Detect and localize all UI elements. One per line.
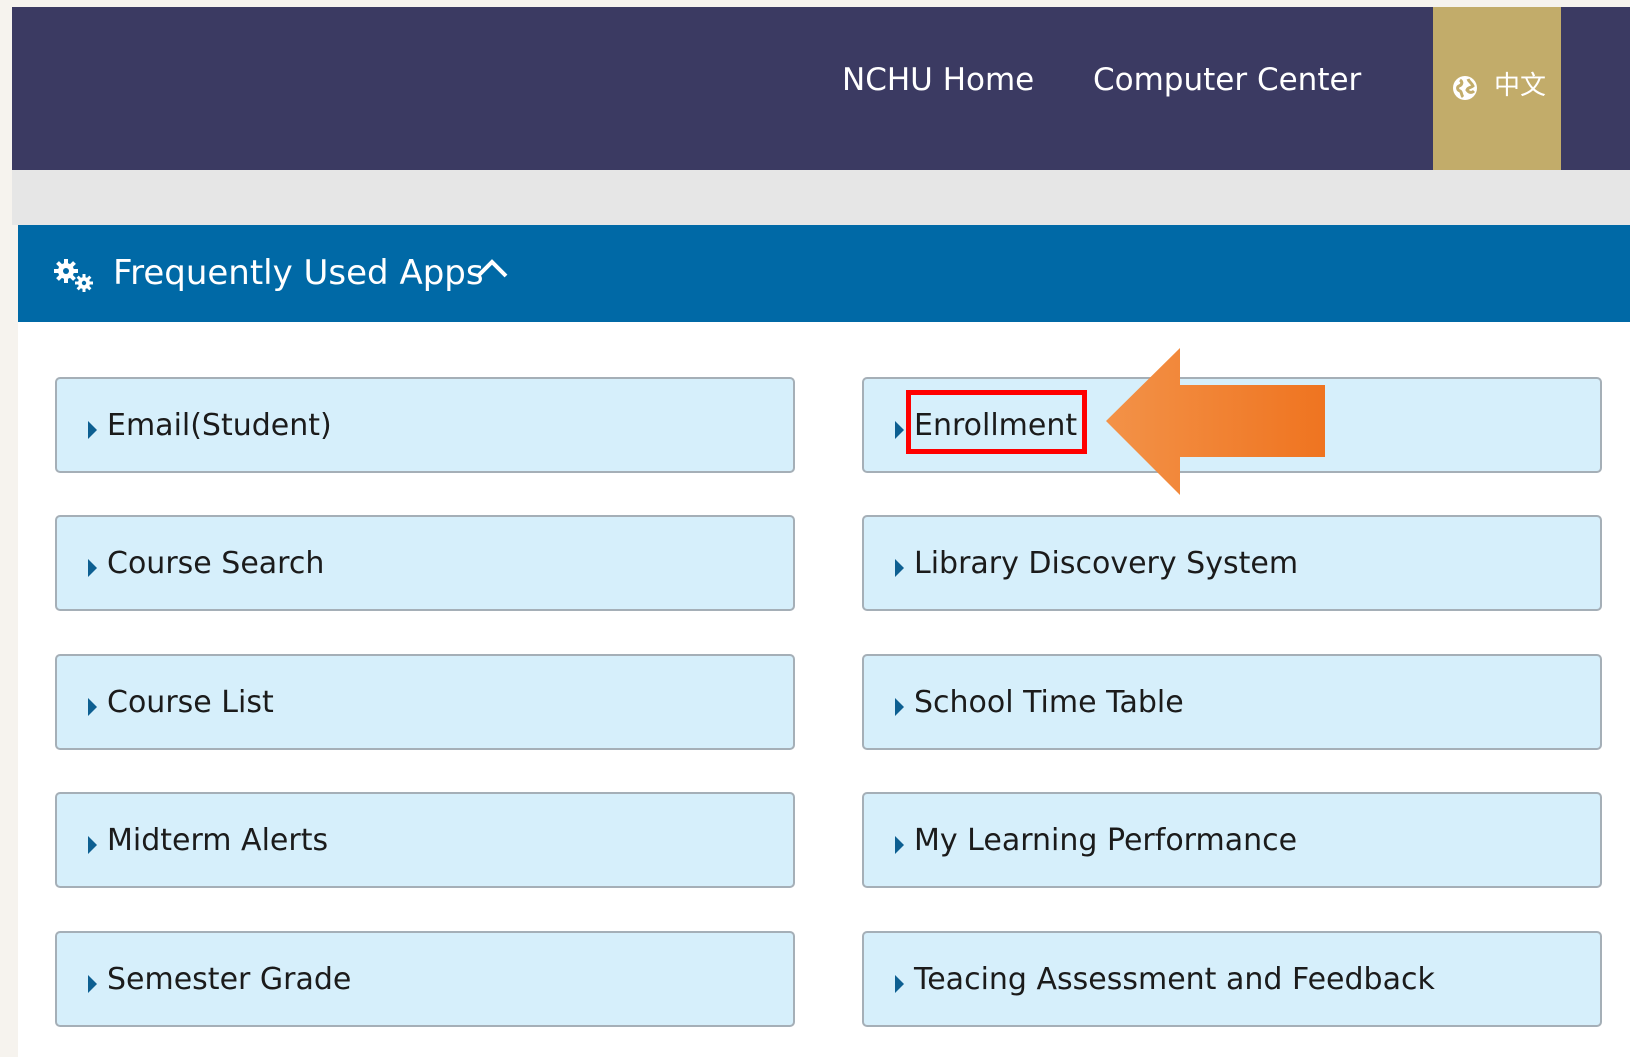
nav-link-computer-center[interactable]: Computer Center [1093,65,1361,96]
app-label: Teacing Assessment and Feedback [914,962,1435,997]
app-button-library-discovery-system[interactable]: Library Discovery System [862,515,1602,611]
spacer-band [12,170,1630,225]
gears-icon [54,259,93,292]
nav-link-nchu-home[interactable]: NCHU Home [842,65,1034,96]
caret-right-icon [88,975,97,993]
caret-right-icon [88,836,97,854]
caret-right-icon [895,421,904,439]
app-button-semester-grade[interactable]: Semester Grade [55,931,795,1027]
caret-right-icon [895,698,904,716]
chevron-up-icon[interactable] [475,257,509,279]
app-button-teaching-assessment-feedback[interactable]: Teacing Assessment and Feedback [862,931,1602,1027]
caret-right-icon [895,836,904,854]
panel-title: Frequently Used Apps [113,253,484,293]
caret-right-icon [895,559,904,577]
app-label: Course List [107,685,274,720]
caret-right-icon [88,698,97,716]
app-button-course-search[interactable]: Course Search [55,515,795,611]
top-navigation-bar [12,7,1630,170]
app-label: Library Discovery System [914,546,1299,581]
app-button-school-time-table[interactable]: School Time Table [862,654,1602,750]
caret-right-icon [88,559,97,577]
pointer-arrow-icon [1106,348,1325,495]
app-button-midterm-alerts[interactable]: Midterm Alerts [55,792,795,888]
panel-header[interactable]: Frequently Used Apps [18,225,1630,322]
globe-icon [1453,76,1477,100]
app-label: Semester Grade [107,962,352,997]
caret-right-icon [88,421,97,439]
app-label: Email(Student) [107,408,332,443]
app-button-email-student[interactable]: Email(Student) [55,377,795,473]
app-button-my-learning-performance[interactable]: My Learning Performance [862,792,1602,888]
app-label: My Learning Performance [914,823,1298,858]
enrollment-highlight-box [906,390,1087,454]
language-label: 中文 [1494,71,1547,101]
language-switch-button[interactable]: 中文 [1433,7,1561,170]
app-label: School Time Table [914,685,1184,720]
app-label: Course Search [107,546,325,581]
app-button-course-list[interactable]: Course List [55,654,795,750]
caret-right-icon [895,975,904,993]
app-label: Midterm Alerts [107,823,329,858]
